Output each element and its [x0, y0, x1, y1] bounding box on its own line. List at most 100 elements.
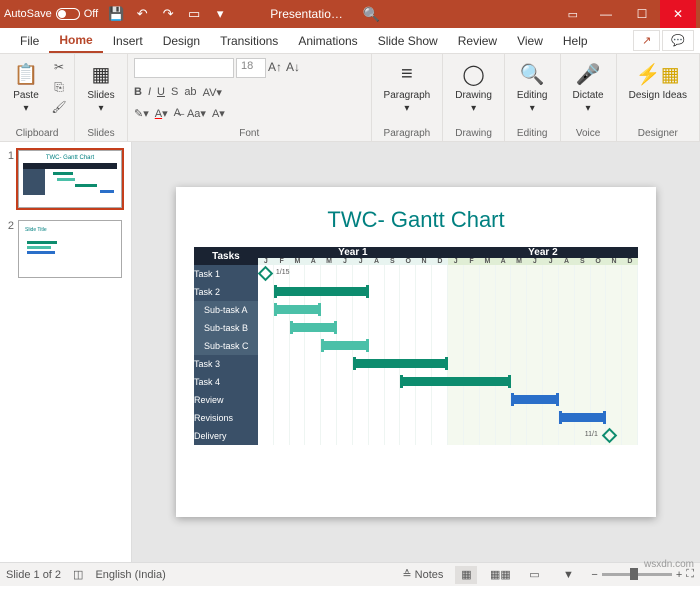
paste-button[interactable]: 📋Paste▾ [6, 58, 46, 116]
grow-font-icon[interactable]: A↑ [266, 58, 284, 76]
ribbon-tabs: File Home Insert Design Transitions Anim… [0, 28, 700, 54]
milestone-label: 1/15 [276, 269, 290, 276]
gantt-row [258, 283, 638, 301]
minimize-button[interactable]: — [588, 0, 624, 28]
slides-button[interactable]: ▦Slides▾ [81, 58, 121, 116]
month-header: J [527, 258, 543, 265]
gantt-bar [559, 413, 607, 422]
share-button[interactable]: ↗ [633, 30, 660, 51]
char-spacing-button[interactable]: A▾ [212, 107, 225, 120]
month-header: A [495, 258, 511, 265]
editing-button[interactable]: 🔍Editing▾ [511, 58, 554, 116]
group-label: Designer [623, 126, 693, 141]
tab-view[interactable]: View [507, 30, 553, 52]
slideshow-icon[interactable]: ▭ [184, 4, 204, 24]
underline-button[interactable]: U [157, 86, 165, 99]
design-ideas-button[interactable]: ⚡▦Design Ideas [623, 58, 693, 103]
maximize-button[interactable]: ☐ [624, 0, 660, 28]
close-button[interactable]: ✕ [660, 0, 696, 28]
sorter-view-button[interactable]: ▦▦ [489, 566, 511, 584]
gantt-row: 11/1 [258, 427, 638, 445]
shrink-font-icon[interactable]: A↓ [284, 58, 302, 76]
slide-number: 2 [4, 220, 14, 278]
display-options-icon[interactable]: ▭ [558, 8, 588, 21]
slide-canvas[interactable]: TWC- Gantt Chart Tasks Year 1 Year 2 JFM… [132, 142, 700, 562]
month-header: F [464, 258, 480, 265]
zoom-in-button[interactable]: + [676, 569, 682, 581]
tab-slideshow[interactable]: Slide Show [368, 30, 448, 52]
tab-design[interactable]: Design [153, 30, 210, 52]
search-icon[interactable]: 🔍 [363, 6, 380, 23]
dictate-button[interactable]: 🎤Dictate▾ [567, 58, 610, 116]
month-header: J [543, 258, 559, 265]
gantt-bar [274, 287, 369, 296]
change-case-button[interactable]: Aa▾ [187, 107, 206, 120]
month-header: M [479, 258, 495, 265]
slide-indicator[interactable]: Slide 1 of 2 [6, 569, 61, 581]
task-label: Revisions [194, 409, 258, 427]
gantt-row [258, 409, 638, 427]
highlight-button[interactable]: ✎▾ [134, 107, 149, 120]
strike-button[interactable]: S [171, 86, 178, 99]
tasks-header: Tasks [194, 247, 258, 265]
language-indicator[interactable]: English (India) [95, 569, 165, 581]
slide-thumbnail-1[interactable]: TWC- Gantt Chart [18, 150, 122, 208]
tab-home[interactable]: Home [49, 29, 102, 53]
paragraph-button[interactable]: ≡Paragraph▾ [378, 58, 437, 116]
task-label: Task 1 [194, 265, 258, 283]
month-header: J [258, 258, 274, 265]
autosave-toggle[interactable]: AutoSave Off [4, 8, 98, 20]
status-bar: Slide 1 of 2 ◫ English (India) ≙ Notes ▦… [0, 562, 700, 586]
spacing-button[interactable]: AV▾ [203, 86, 222, 99]
format-painter-icon[interactable]: 🖌 [50, 98, 68, 116]
tab-review[interactable]: Review [448, 30, 507, 52]
reading-view-button[interactable]: ▭ [523, 566, 545, 584]
font-size[interactable]: 18 [236, 58, 266, 78]
gantt-row [258, 373, 638, 391]
gantt-bar [290, 323, 338, 332]
zoom-slider[interactable] [602, 573, 672, 576]
cut-icon[interactable]: ✂ [50, 58, 68, 76]
gantt-row [258, 391, 638, 409]
gantt-row [258, 301, 638, 319]
gantt-bar [353, 359, 448, 368]
document-title: Presentatio… [270, 7, 343, 21]
tab-animations[interactable]: Animations [288, 30, 367, 52]
task-label: Task 4 [194, 373, 258, 391]
font-select[interactable] [134, 58, 234, 78]
undo-icon[interactable]: ↶ [132, 4, 152, 24]
shadow-button[interactable]: ab [184, 86, 196, 99]
group-label: Font [134, 126, 365, 141]
month-header: S [574, 258, 590, 265]
copy-icon[interactable]: ⎘ [50, 78, 68, 96]
toggle-icon [56, 8, 80, 20]
month-header: A [559, 258, 575, 265]
save-icon[interactable]: 💾 [106, 4, 126, 24]
slideshow-view-button[interactable]: ▼ [557, 566, 579, 584]
italic-button[interactable]: I [148, 86, 151, 99]
font-color-button[interactable]: A▾ [155, 107, 168, 120]
tab-help[interactable]: Help [553, 30, 598, 52]
ribbon: 📋Paste▾ ✂ ⎘ 🖌 Clipboard ▦Slides▾ Slides … [0, 54, 700, 142]
accessibility-icon[interactable]: ◫ [73, 568, 83, 581]
tab-transitions[interactable]: Transitions [210, 30, 288, 52]
task-label: Review [194, 391, 258, 409]
tab-file[interactable]: File [10, 30, 49, 52]
month-header: J [353, 258, 369, 265]
redo-icon[interactable]: ↷ [158, 4, 178, 24]
gantt-bar [400, 377, 511, 386]
month-header: D [432, 258, 448, 265]
zoom-out-button[interactable]: − [591, 569, 597, 581]
comments-button[interactable]: 💬 [662, 30, 694, 51]
normal-view-button[interactable]: ▦ [455, 566, 477, 584]
slide-thumbnail-2[interactable]: Slide Title [18, 220, 122, 278]
group-label: Editing [511, 126, 554, 141]
clear-format-button[interactable]: A̶ [174, 107, 181, 120]
notes-button[interactable]: ≙ Notes [402, 568, 443, 581]
tab-insert[interactable]: Insert [103, 30, 153, 52]
slide-panel[interactable]: 1 TWC- Gantt Chart 2 Slide Title [0, 142, 132, 562]
bold-button[interactable]: B [134, 86, 142, 99]
drawing-button[interactable]: ◯Drawing▾ [449, 58, 498, 116]
month-header: S [384, 258, 400, 265]
dropdown-icon[interactable]: ▾ [210, 4, 230, 24]
